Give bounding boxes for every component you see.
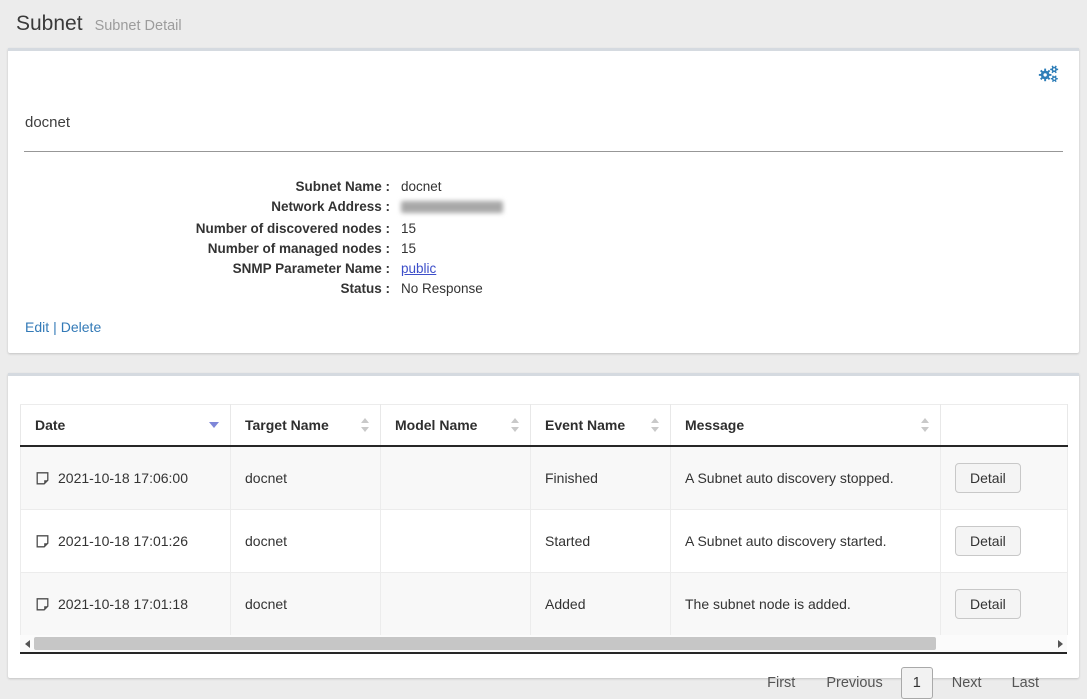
column-label: Date <box>35 417 65 433</box>
column-header-event-name[interactable]: Event Name <box>531 405 671 447</box>
date-cell: 2021-10-18 17:06:00 <box>35 470 222 486</box>
event-note-icon <box>35 597 50 612</box>
event-name-cell: Added <box>531 573 671 636</box>
event-date: 2021-10-18 17:01:18 <box>58 596 188 612</box>
sort-desc-icon <box>209 422 219 428</box>
sort-both-icon <box>651 418 660 432</box>
column-label: Event Name <box>545 417 625 433</box>
pagination-first[interactable]: First <box>767 675 795 691</box>
model-name-cell <box>381 510 531 573</box>
pagination-previous[interactable]: Previous <box>826 675 882 691</box>
column-header-message[interactable]: Message <box>671 405 941 447</box>
field-value: docnet <box>401 177 442 197</box>
edit-link[interactable]: Edit <box>25 319 49 335</box>
network-address-redacted-value <box>401 197 503 219</box>
snmp-parameter-link[interactable]: public <box>401 261 436 276</box>
sort-both-icon <box>511 418 520 432</box>
field-value: 15 <box>401 239 416 259</box>
column-label: Model Name <box>395 417 477 433</box>
table-row: 2021-10-18 17:01:18 docnet Added The sub… <box>21 573 1068 636</box>
field-value: No Response <box>401 279 483 299</box>
field-subnet-name: Subnet Name : docnet <box>24 177 1063 197</box>
message-cell: The subnet node is added. <box>671 573 941 636</box>
field-label: Number of discovered nodes : <box>24 219 390 239</box>
settings-gears-icon[interactable] <box>1037 64 1060 84</box>
divider <box>24 151 1063 152</box>
event-note-icon <box>35 471 50 486</box>
column-label: Message <box>685 417 744 433</box>
column-header-target-name[interactable]: Target Name <box>231 405 381 447</box>
scroll-right-arrow-icon[interactable] <box>1053 640 1067 648</box>
event-note-icon <box>35 534 50 549</box>
page-header: Subnet Subnet Detail <box>0 0 1087 48</box>
pagination-last[interactable]: Last <box>1012 675 1039 691</box>
field-label: Number of managed nodes : <box>24 239 390 259</box>
column-header-date[interactable]: Date <box>21 405 231 447</box>
field-label: Status : <box>24 279 390 299</box>
delete-link[interactable]: Delete <box>61 319 101 335</box>
subnet-actions: Edit|Delete <box>25 319 101 335</box>
sort-both-icon <box>921 418 930 432</box>
actions-separator: | <box>53 319 57 335</box>
events-table-header-row: Date Target Name Model Name Event N <box>21 405 1068 447</box>
target-name-cell: docnet <box>231 510 381 573</box>
date-cell: 2021-10-18 17:01:18 <box>35 596 222 612</box>
events-table-area: Date Target Name Model Name Event N <box>8 376 1079 699</box>
events-panel: Date Target Name Model Name Event N <box>8 373 1079 678</box>
field-label: Subnet Name : <box>24 177 390 197</box>
model-name-cell <box>381 446 531 510</box>
date-cell: 2021-10-18 17:01:26 <box>35 533 222 549</box>
field-discovered-nodes: Number of discovered nodes : 15 <box>24 219 1063 239</box>
sort-both-icon <box>361 418 370 432</box>
horizontal-scrollbar[interactable] <box>20 635 1067 652</box>
event-date: 2021-10-18 17:01:26 <box>58 533 188 549</box>
subnet-detail-fields: Subnet Name : docnet Network Address : N… <box>24 177 1063 299</box>
table-row: 2021-10-18 17:06:00 docnet Finished A Su… <box>21 446 1068 510</box>
event-name-cell: Finished <box>531 446 671 510</box>
field-snmp-parameter: SNMP Parameter Name : public <box>24 259 1063 279</box>
scrollbar-thumb[interactable] <box>34 637 936 650</box>
field-status: Status : No Response <box>24 279 1063 299</box>
event-date: 2021-10-18 17:06:00 <box>58 470 188 486</box>
scroll-left-arrow-icon[interactable] <box>20 640 34 648</box>
field-label: SNMP Parameter Name : <box>24 259 390 279</box>
pagination-current-page[interactable]: 1 <box>901 667 933 699</box>
event-name-cell: Started <box>531 510 671 573</box>
events-table: Date Target Name Model Name Event N <box>20 404 1068 635</box>
subnet-detail-panel: docnet Subnet Name : docnet Network Addr… <box>8 48 1079 353</box>
redacted-blur-bar <box>401 201 503 213</box>
pagination-next[interactable]: Next <box>952 675 982 691</box>
page-subtitle: Subnet Detail <box>95 18 182 34</box>
column-header-model-name[interactable]: Model Name <box>381 405 531 447</box>
target-name-cell: docnet <box>231 573 381 636</box>
events-table-wrap: Date Target Name Model Name Event N <box>20 404 1067 654</box>
pagination: First Previous 1 Next Last <box>20 667 1039 699</box>
column-label: Target Name <box>245 417 329 433</box>
page-title: Subnet <box>16 12 83 36</box>
message-cell: A Subnet auto discovery stopped. <box>671 446 941 510</box>
subnet-name-heading: docnet <box>25 114 70 131</box>
field-network-address: Network Address : <box>24 197 1063 219</box>
target-name-cell: docnet <box>231 446 381 510</box>
field-label: Network Address : <box>24 197 390 219</box>
field-value: 15 <box>401 219 416 239</box>
message-cell: A Subnet auto discovery started. <box>671 510 941 573</box>
table-row: 2021-10-18 17:01:26 docnet Started A Sub… <box>21 510 1068 573</box>
detail-button[interactable]: Detail <box>955 463 1021 493</box>
model-name-cell <box>381 573 531 636</box>
column-header-actions <box>941 405 1068 447</box>
detail-button[interactable]: Detail <box>955 589 1021 619</box>
field-managed-nodes: Number of managed nodes : 15 <box>24 239 1063 259</box>
detail-button[interactable]: Detail <box>955 526 1021 556</box>
